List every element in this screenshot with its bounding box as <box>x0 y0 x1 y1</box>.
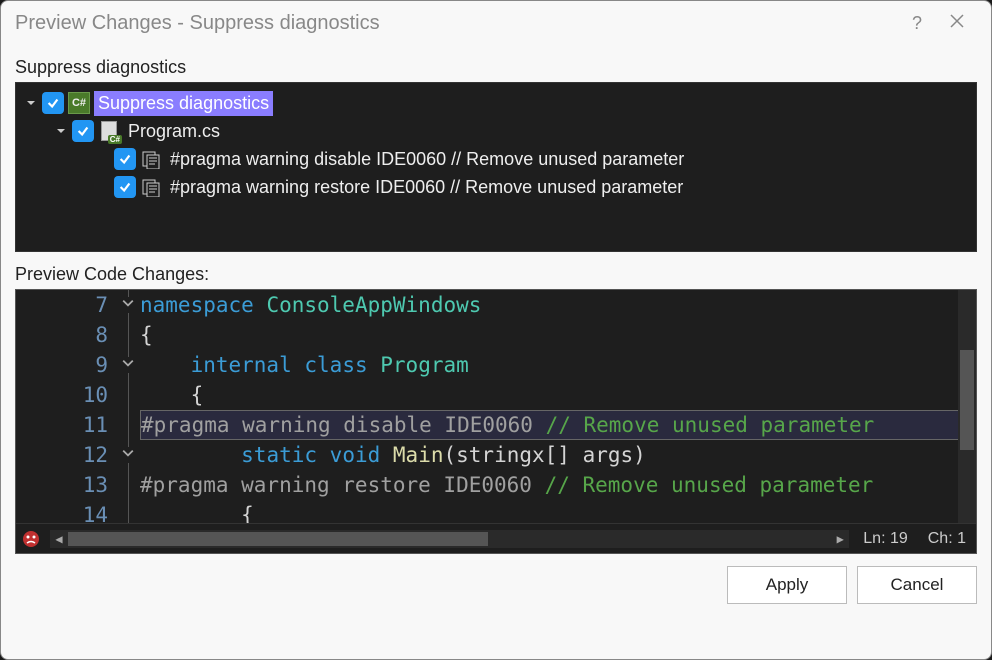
fold-cell <box>116 410 140 440</box>
code-line[interactable]: static void Main(stringx[] args) <box>140 440 976 470</box>
code-change-icon <box>140 148 162 170</box>
fold-cell <box>116 500 140 523</box>
fold-chevron-icon[interactable] <box>122 297 134 313</box>
apply-button[interactable]: Apply <box>727 566 847 604</box>
tree-change-label: #pragma warning restore IDE0060 // Remov… <box>166 175 687 200</box>
code-line[interactable]: #pragma warning restore IDE0060 // Remov… <box>140 470 976 500</box>
code-line[interactable]: { <box>140 500 976 523</box>
dialog-title: Preview Changes - Suppress diagnostics <box>15 12 897 35</box>
code-status-bar: ◀ ▶ Ln: 19 Ch: 1 <box>16 523 976 553</box>
error-indicator-icon[interactable] <box>16 524 46 554</box>
code-line[interactable]: { <box>140 320 976 350</box>
code-content[interactable]: namespace ConsoleAppWindows{ internal cl… <box>140 290 976 523</box>
preview-changes-dialog: Preview Changes - Suppress diagnostics ?… <box>0 0 992 660</box>
chevron-down-icon[interactable] <box>24 96 38 110</box>
fold-cell <box>116 320 140 350</box>
tree-file-label: Program.cs <box>124 119 224 144</box>
line-number-gutter: 7891011121314 <box>16 290 116 523</box>
changes-tree[interactable]: C# Suppress diagnostics C# Program.cs #p… <box>15 82 977 252</box>
line-number: 8 <box>16 320 108 350</box>
fold-cell <box>116 350 140 380</box>
fold-chevron-icon[interactable] <box>122 447 134 463</box>
code-section-label: Preview Code Changes: <box>1 252 991 289</box>
cursor-col-status: Ch: 1 <box>918 530 976 548</box>
tree-root-row[interactable]: C# Suppress diagnostics <box>20 89 972 117</box>
cursor-line-status: Ln: 19 <box>853 530 917 548</box>
cancel-button[interactable]: Cancel <box>857 566 977 604</box>
code-change-icon <box>140 176 162 198</box>
tree-change-label: #pragma warning disable IDE0060 // Remov… <box>166 147 688 172</box>
line-number: 14 <box>16 500 108 523</box>
fold-chevron-icon[interactable] <box>122 357 134 373</box>
fold-cell <box>116 380 140 410</box>
csharp-icon: C# <box>68 92 90 114</box>
chevron-down-icon[interactable] <box>54 124 68 138</box>
fold-cell <box>116 440 140 470</box>
code-line[interactable]: namespace ConsoleAppWindows <box>140 290 976 320</box>
code-preview: 7891011121314 namespace ConsoleAppWindow… <box>15 289 977 554</box>
line-number: 12 <box>16 440 108 470</box>
tree-section-label: Suppress diagnostics <box>1 45 991 82</box>
tree-change-row[interactable]: #pragma warning disable IDE0060 // Remov… <box>20 145 972 173</box>
line-number: 9 <box>16 350 108 380</box>
close-button[interactable] <box>937 13 977 34</box>
scrollbar-thumb[interactable] <box>68 532 488 546</box>
tree-change-checkbox[interactable] <box>114 148 136 170</box>
titlebar: Preview Changes - Suppress diagnostics ? <box>1 1 991 45</box>
line-number: 11 <box>16 410 108 440</box>
horizontal-scrollbar[interactable]: ◀ ▶ <box>50 530 849 548</box>
code-line[interactable]: #pragma warning disable IDE0060 // Remov… <box>140 410 976 440</box>
vertical-scrollbar[interactable] <box>958 290 976 523</box>
scroll-right-arrow[interactable]: ▶ <box>831 532 849 546</box>
tree-root-label: Suppress diagnostics <box>94 91 273 116</box>
code-line[interactable]: internal class Program <box>140 350 976 380</box>
fold-cell <box>116 290 140 320</box>
scrollbar-thumb[interactable] <box>960 350 974 450</box>
fold-cell <box>116 470 140 500</box>
tree-change-row[interactable]: #pragma warning restore IDE0060 // Remov… <box>20 173 972 201</box>
tree-file-row[interactable]: C# Program.cs <box>20 117 972 145</box>
line-number: 7 <box>16 290 108 320</box>
tree-change-checkbox[interactable] <box>114 176 136 198</box>
csharp-file-icon: C# <box>98 120 120 142</box>
code-line[interactable]: { <box>140 380 976 410</box>
line-number: 10 <box>16 380 108 410</box>
dialog-button-row: Apply Cancel <box>1 554 991 616</box>
tree-root-checkbox[interactable] <box>42 92 64 114</box>
fold-column <box>116 290 140 523</box>
line-number: 13 <box>16 470 108 500</box>
scroll-left-arrow[interactable]: ◀ <box>50 532 68 546</box>
tree-file-checkbox[interactable] <box>72 120 94 142</box>
help-button[interactable]: ? <box>897 13 937 34</box>
